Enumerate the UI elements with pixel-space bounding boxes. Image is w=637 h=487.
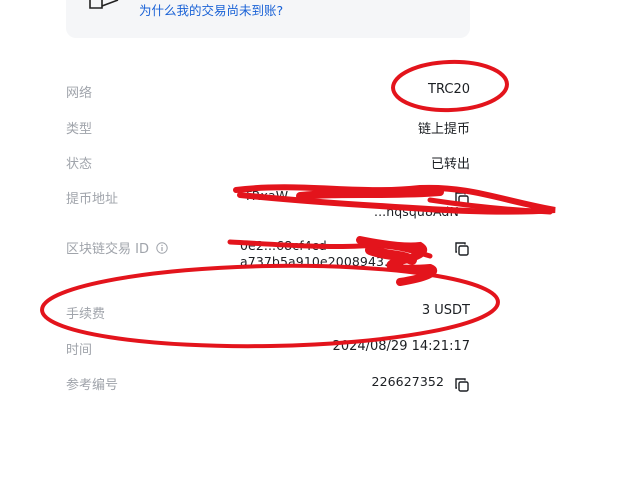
address-label: 提币地址 [66,192,119,207]
document-icon [89,0,119,9]
network-value: TRC20 [428,82,470,97]
address-value-line-1: TRxaW... [244,188,300,203]
time-value: 2024/08/29 14:21:17 [332,339,470,354]
fee-label: 手续费 [66,307,106,322]
txid-label-text: 区块链交易 ID [66,242,149,257]
reference-label: 参考编号 [66,378,119,393]
info-icon[interactable] [156,242,168,254]
copy-txid-icon[interactable] [454,241,470,257]
type-label: 类型 [66,122,93,137]
txid-label: 区块链交易 ID [66,238,168,257]
copy-address-icon[interactable] [454,191,470,207]
unreceived-transaction-link[interactable]: 为什么我的交易尚未到账? [139,0,283,19]
type-value: 链上提币 [417,122,470,137]
address-value-line-2: ...hqsqu8AdN [374,204,459,219]
txid-value-line-1: 0e2...68cf4cd [240,238,327,253]
time-label: 时间 [66,343,93,358]
withdrawal-details-screen: 为什么我的交易尚未到账? 网络 TRC20 类型 链上提币 状态 已转出 提币地… [0,0,637,487]
fee-value: 3 USDT [421,303,470,318]
copy-reference-icon[interactable] [454,377,470,393]
status-label: 状态 [66,157,93,172]
status-value: 已转出 [430,157,470,172]
reference-value: 226627352 [371,374,444,389]
txid-value-line-2: a737b5a910e2008943...b [240,254,405,269]
network-label: 网络 [66,86,93,101]
help-card[interactable]: 为什么我的交易尚未到账? [66,0,470,38]
